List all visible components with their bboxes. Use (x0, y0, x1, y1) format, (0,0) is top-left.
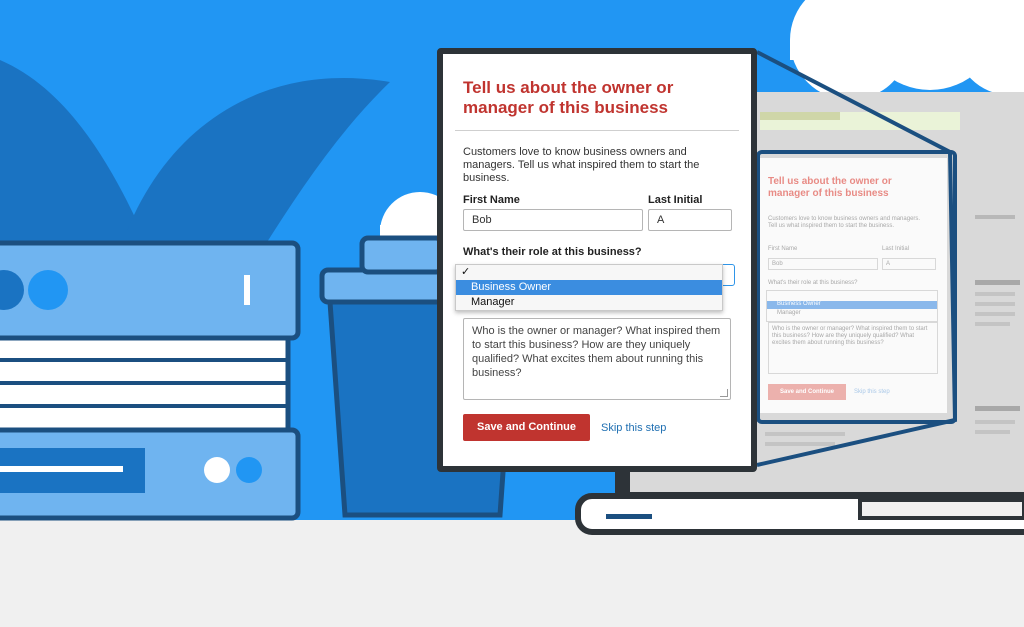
textarea-placeholder: Who is the owner or manager? What inspir… (472, 325, 721, 379)
server-stack-icon (0, 240, 301, 521)
modal-intro: Customers love to know business owners a… (463, 146, 700, 184)
first-name-field[interactable]: Bob (463, 209, 643, 231)
screen-save-button: Save and Continue (768, 384, 846, 400)
save-and-continue-button[interactable]: Save and Continue (463, 414, 590, 441)
screen-option-manager: Manager (777, 310, 801, 316)
screen-role-label: What's their role at this business? (768, 280, 858, 286)
cloud-icon (790, 0, 1024, 100)
role-option-empty[interactable]: ✓ (456, 265, 722, 280)
last-initial-label: Last Initial (648, 194, 703, 206)
role-label: What's their role at this business? (463, 246, 642, 258)
role-option-business-owner[interactable]: Business Owner (456, 280, 722, 295)
modal-title: Tell us about the owner or manager of th… (463, 78, 674, 117)
screen-skip-link: Skip this step (854, 389, 890, 395)
skip-step-link[interactable]: Skip this step (601, 422, 666, 434)
screen-modal-title: Tell us about the owner or manager of th… (768, 176, 892, 199)
resize-handle-icon[interactable] (720, 389, 728, 397)
screen-role-dropdown: Business Owner Manager (766, 290, 938, 322)
screen-textarea-text: Who is the owner or manager? What inspir… (772, 326, 928, 346)
owner-description-textarea[interactable]: Who is the owner or manager? What inspir… (463, 318, 731, 400)
screen-option-owner: Business Owner (777, 301, 821, 307)
screen-textarea: Who is the owner or manager? What inspir… (768, 322, 938, 374)
owner-info-modal: Tell us about the owner or manager of th… (437, 48, 757, 472)
screen-modal-intro: Customers love to know business owners a… (768, 216, 921, 229)
screen-first-name-label: First Name (768, 246, 798, 252)
first-name-label: First Name (463, 194, 520, 206)
screen-first-name-field: Bob (768, 258, 878, 270)
checkmark-icon: ✓ (461, 266, 471, 278)
screen-last-initial-label: Last Initial (882, 246, 910, 252)
screen-last-initial-field: A (882, 258, 936, 270)
divider (455, 130, 739, 131)
last-initial-field[interactable]: A (648, 209, 732, 231)
laptop-screen-modal: Tell us about the owner or manager of th… (760, 158, 947, 413)
role-dropdown-list: ✓ Business Owner Manager (455, 264, 723, 311)
role-option-manager[interactable]: Manager (456, 295, 722, 310)
